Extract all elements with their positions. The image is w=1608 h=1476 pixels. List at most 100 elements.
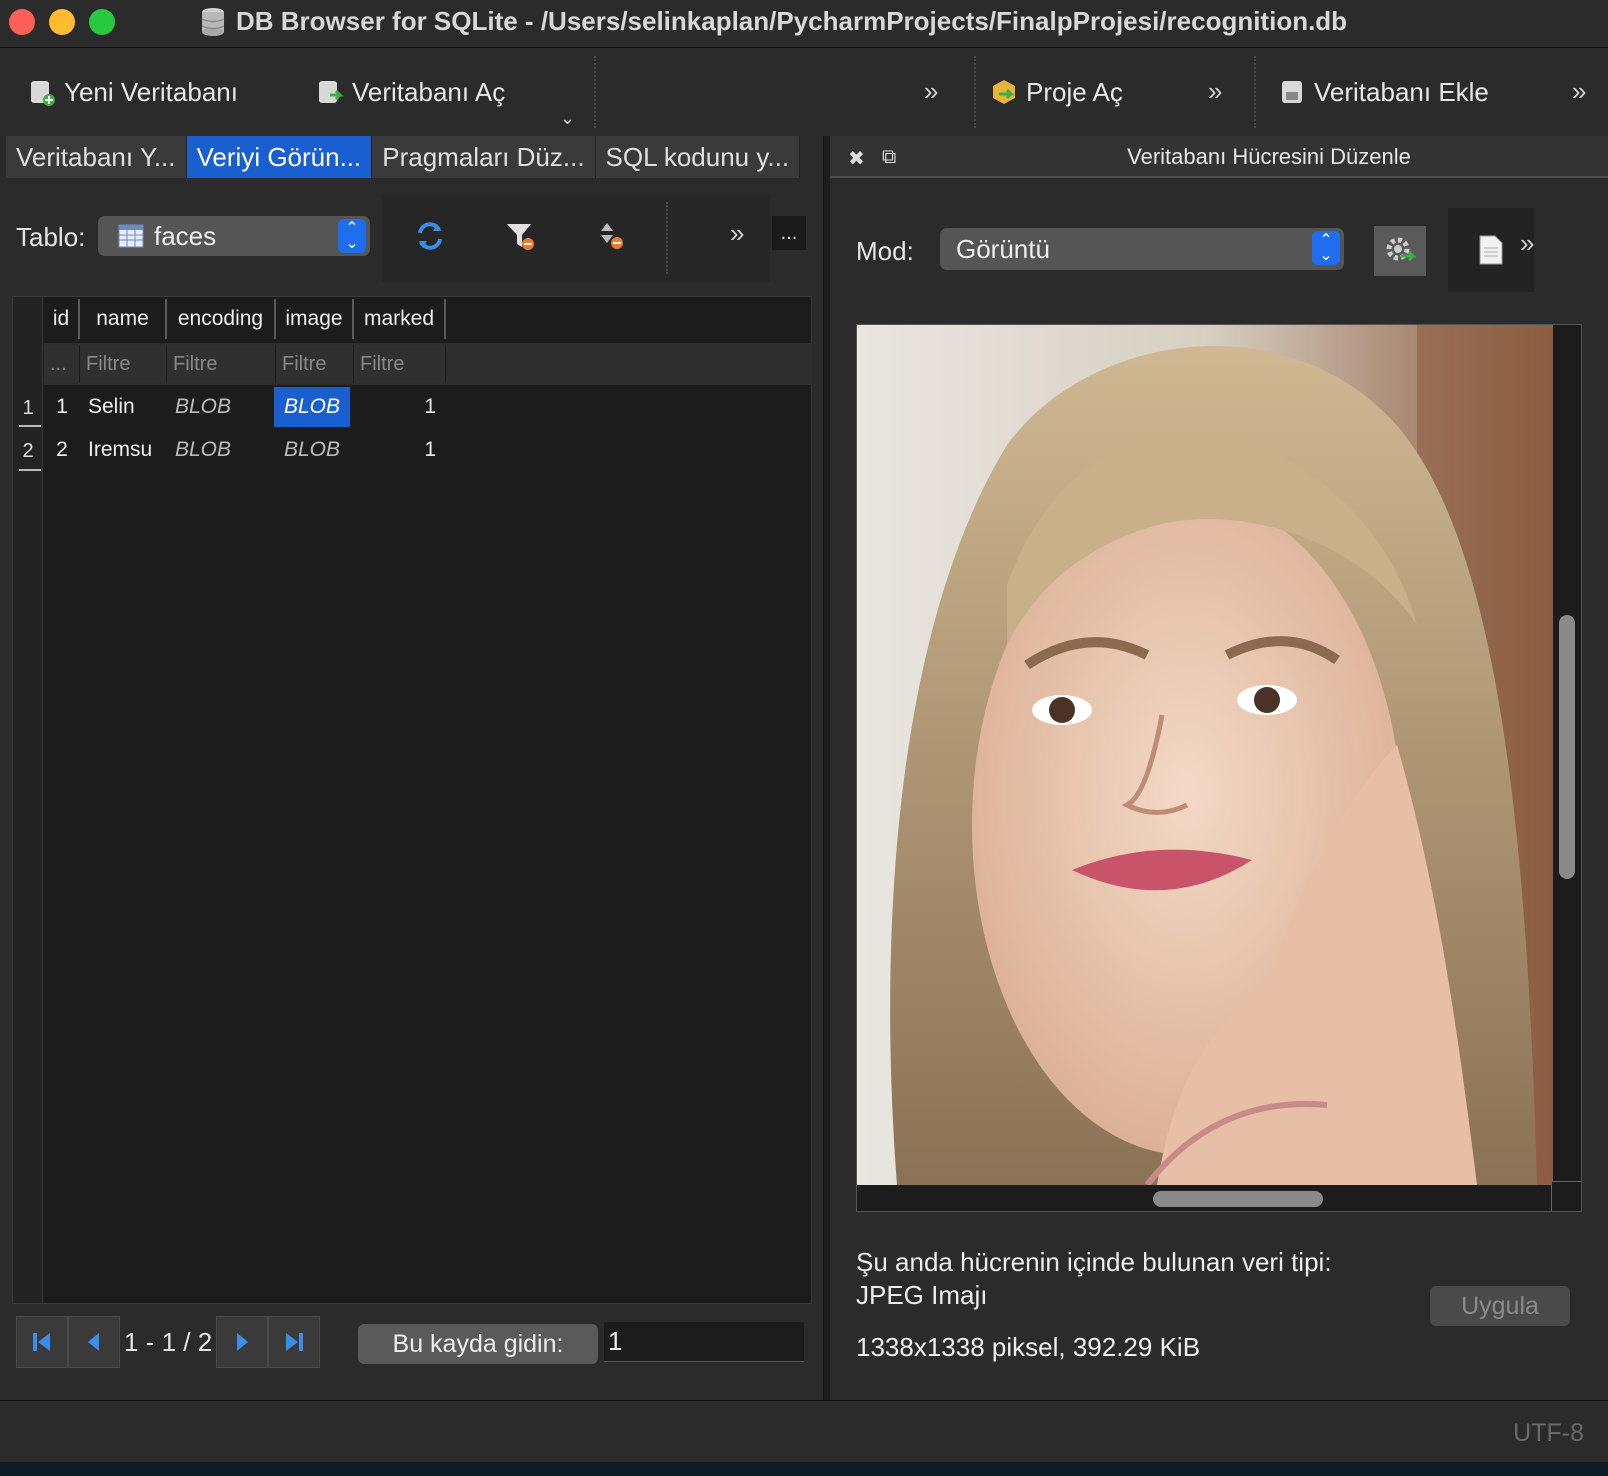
row-number[interactable]: 2	[13, 440, 43, 463]
data-type-info: Şu anda hücrenin içinde bulunan veri tip…	[856, 1246, 1332, 1312]
more-options-button[interactable]: ...	[772, 216, 806, 250]
first-record-icon	[33, 1333, 50, 1351]
data-type-label: Şu anda hücrenin içinde bulunan veri tip…	[856, 1247, 1332, 1277]
last-record-icon	[286, 1333, 304, 1351]
window-close-button[interactable]	[9, 9, 35, 35]
toolbar-overflow-icon[interactable]: »	[1572, 76, 1587, 107]
toolbar-separator	[594, 56, 596, 128]
open-project-label: Proje Aç	[1026, 76, 1123, 107]
goto-record-button[interactable]: Bu kayda gidin:	[358, 1324, 598, 1364]
image-size-info: 1338x1338 piksel, 392.29 KiB	[856, 1332, 1201, 1362]
scroll-corner	[1551, 1181, 1581, 1211]
window-title-text: DB Browser for SQLite - /Users/selinkapl…	[236, 6, 1348, 36]
attach-database-label: Veritabanı Ekle	[1314, 76, 1489, 107]
cell-image-photo	[857, 325, 1553, 1185]
mode-label: Mod:	[856, 236, 914, 266]
window-maximize-button[interactable]	[89, 9, 115, 35]
next-record-button[interactable]	[216, 1316, 269, 1368]
image-viewer[interactable]	[856, 324, 1582, 1212]
vertical-scrollbar[interactable]	[1559, 615, 1575, 879]
row-divider	[19, 469, 41, 471]
cell-encoding[interactable]: BLOB	[175, 387, 276, 427]
browse-data-panel: Veritabanı Y... Veriyi Görün... Pragmala…	[0, 136, 824, 1400]
column-header-id[interactable]: id	[44, 299, 80, 339]
table-select-value: faces	[154, 220, 217, 251]
column-header-encoding[interactable]: encoding	[167, 299, 276, 339]
main-toolbar: Yeni Veritabanı Veritabanı Aç ⌄ » Proje …	[0, 48, 1608, 136]
toolbar-separator	[1254, 56, 1256, 128]
filter-marked[interactable]: Filtre	[354, 345, 446, 383]
data-grid: id name encoding image marked ... Filtre…	[12, 296, 812, 1304]
attach-database-button[interactable]: Veritabanı Ekle	[1278, 70, 1489, 114]
record-navigation: 1 - 1 / 2	[16, 1316, 321, 1368]
cell-name[interactable]: Iremsu	[88, 430, 167, 470]
window-title: DB Browser for SQLite - /Users/selinkapl…	[200, 6, 1347, 37]
horizontal-scrollbar[interactable]	[1153, 1191, 1323, 1207]
toolbar-separator	[974, 56, 976, 128]
new-database-icon	[31, 81, 55, 106]
cell-encoding[interactable]: BLOB	[175, 430, 276, 470]
open-database-icon	[319, 81, 344, 103]
row-number[interactable]: 1	[13, 397, 43, 420]
filter-image[interactable]: Filtre	[276, 345, 354, 383]
cell-id[interactable]: 1	[44, 387, 80, 427]
previous-record-button[interactable]	[68, 1316, 120, 1368]
edit-cell-title: Veritabanı Hücresini Düzenle	[1127, 144, 1411, 169]
encoding-indicator: UTF-8	[1513, 1419, 1584, 1447]
database-icon	[201, 7, 225, 36]
edit-cell-panel: ✖ ⧉ Veritabanı Hücresini Düzenle Mod: Gö…	[830, 136, 1608, 1400]
filter-id[interactable]: ...	[44, 345, 80, 383]
attach-database-icon	[1282, 81, 1302, 103]
cell-marked[interactable]: 1	[354, 387, 436, 427]
document-icon	[1479, 235, 1503, 265]
filter-name[interactable]: Filtre	[80, 345, 167, 383]
tab-browse-data[interactable]: Veriyi Görün...	[186, 136, 373, 178]
data-type-value: JPEG Imajı	[856, 1280, 988, 1310]
tab-execute-sql[interactable]: SQL kodunu y...	[595, 136, 801, 178]
editor-toolbar-overflow-icon[interactable]: »	[1520, 228, 1535, 259]
desktop-strip	[0, 1462, 1608, 1476]
previous-record-icon	[88, 1333, 99, 1351]
mode-select-value: Görüntü	[956, 233, 1050, 264]
filter-encoding[interactable]: Filtre	[167, 345, 276, 383]
cell-image[interactable]: BLOB	[274, 430, 350, 470]
gear-icon	[1386, 237, 1417, 262]
auto-switch-mode-button[interactable]	[1374, 226, 1426, 276]
cell-name[interactable]: Selin	[88, 387, 167, 427]
column-header-name[interactable]: name	[80, 299, 167, 339]
main-tabs: Veritabanı Y... Veriyi Görün... Pragmala…	[6, 136, 801, 178]
table-label: Tablo:	[16, 222, 86, 252]
tab-edit-pragmas[interactable]: Pragmaları Düz...	[372, 136, 596, 178]
toolbar-separator	[666, 202, 668, 274]
last-record-button[interactable]	[268, 1316, 321, 1368]
row-divider	[19, 425, 41, 427]
cell-id[interactable]: 2	[44, 430, 80, 470]
record-range: 1 - 1 / 2	[124, 1326, 213, 1357]
new-database-label: Yeni Veritabanı	[64, 76, 238, 107]
table-select[interactable]: faces ⌃ ⌄	[98, 216, 370, 256]
column-header-marked[interactable]: marked	[354, 299, 446, 339]
table-icon	[118, 224, 144, 248]
apply-button[interactable]: Uygula	[1430, 1286, 1570, 1326]
open-database-button[interactable]: Veritabanı Aç	[316, 70, 505, 114]
edit-cell-title-bar: ✖ ⧉ Veritabanı Hücresini Düzenle	[830, 136, 1608, 178]
chevron-down-icon[interactable]: ⌄	[560, 108, 575, 129]
new-database-button[interactable]: Yeni Veritabanı	[28, 70, 238, 114]
first-record-button[interactable]	[16, 1316, 68, 1368]
clear-filters-icon[interactable]	[500, 216, 540, 256]
open-database-label: Veritabanı Aç	[352, 76, 506, 107]
cell-marked[interactable]: 1	[354, 430, 436, 470]
cell-image-selected[interactable]: BLOB	[274, 387, 350, 427]
browse-toolbar-overflow-icon[interactable]: »	[730, 218, 745, 249]
clear-sorting-icon[interactable]	[592, 216, 632, 256]
window-minimize-button[interactable]	[49, 9, 75, 35]
column-header-image[interactable]: image	[276, 299, 354, 339]
goto-record-input[interactable]: 1	[604, 1322, 804, 1362]
tab-database-structure[interactable]: Veritabanı Y...	[6, 136, 187, 178]
toolbar-overflow-icon[interactable]: »	[1208, 76, 1223, 107]
open-project-button[interactable]: Proje Aç	[990, 70, 1123, 114]
toolbar-overflow-icon[interactable]: »	[924, 76, 939, 107]
refresh-icon[interactable]	[410, 216, 450, 256]
mode-select[interactable]: Görüntü ⌃ ⌄	[940, 228, 1344, 270]
select-arrows-icon: ⌃ ⌄	[1312, 231, 1340, 265]
